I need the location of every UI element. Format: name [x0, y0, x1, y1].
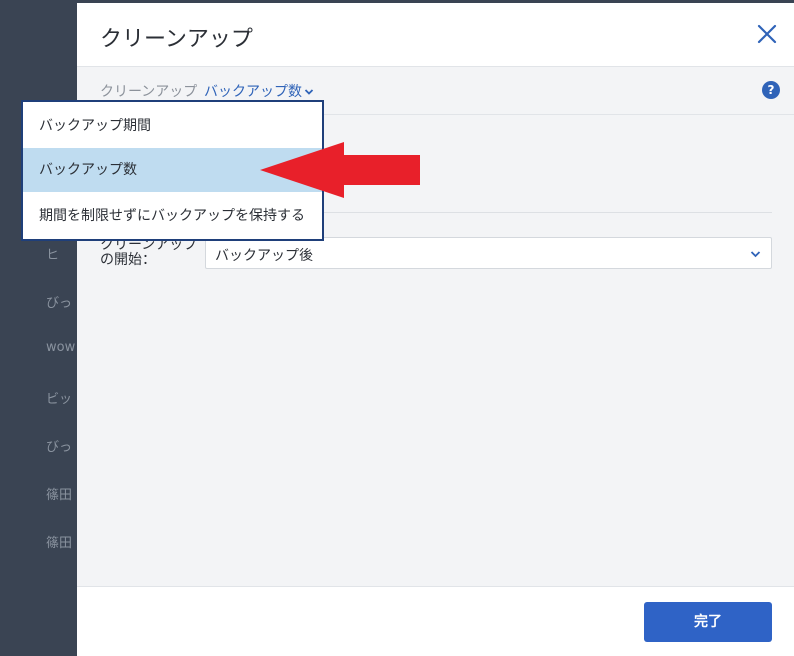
close-button[interactable]	[754, 21, 780, 47]
chevron-down-icon	[304, 89, 314, 95]
red-arrow-annotation	[260, 142, 420, 198]
background-list-item: wow	[46, 340, 76, 355]
background-list-item: びっ	[46, 296, 73, 311]
breadcrumb-selected-label: バックアップ数	[204, 84, 302, 100]
modal-footer: 完了	[77, 586, 794, 656]
help-icon[interactable]: ?	[762, 81, 780, 99]
dropdown-item-keep-unlimited[interactable]: 期間を制限せずにバックアップを保持する	[23, 194, 322, 238]
cleanup-start-value: バックアップ後	[215, 248, 313, 264]
chevron-down-icon	[750, 251, 761, 258]
cleanup-start-select[interactable]: バックアップ後	[205, 237, 772, 269]
background-list-item: 篠田	[46, 488, 73, 503]
modal-header: クリーンアップ	[77, 3, 794, 67]
done-button[interactable]: 完了	[644, 602, 772, 642]
close-icon	[757, 24, 777, 44]
modal-title: クリーンアップ	[100, 27, 253, 52]
background-list-item: ビッ	[46, 392, 73, 407]
background-list-item: びっ	[46, 440, 73, 455]
background-list-item: 篠田	[46, 536, 73, 551]
breadcrumb-label: クリーンアップ	[100, 84, 198, 100]
cleanup-start-label: クリーンアップの開始：	[100, 237, 198, 268]
background-list-item: ヒ	[46, 248, 60, 263]
breadcrumb-type-selector[interactable]: バックアップ数	[204, 81, 314, 101]
